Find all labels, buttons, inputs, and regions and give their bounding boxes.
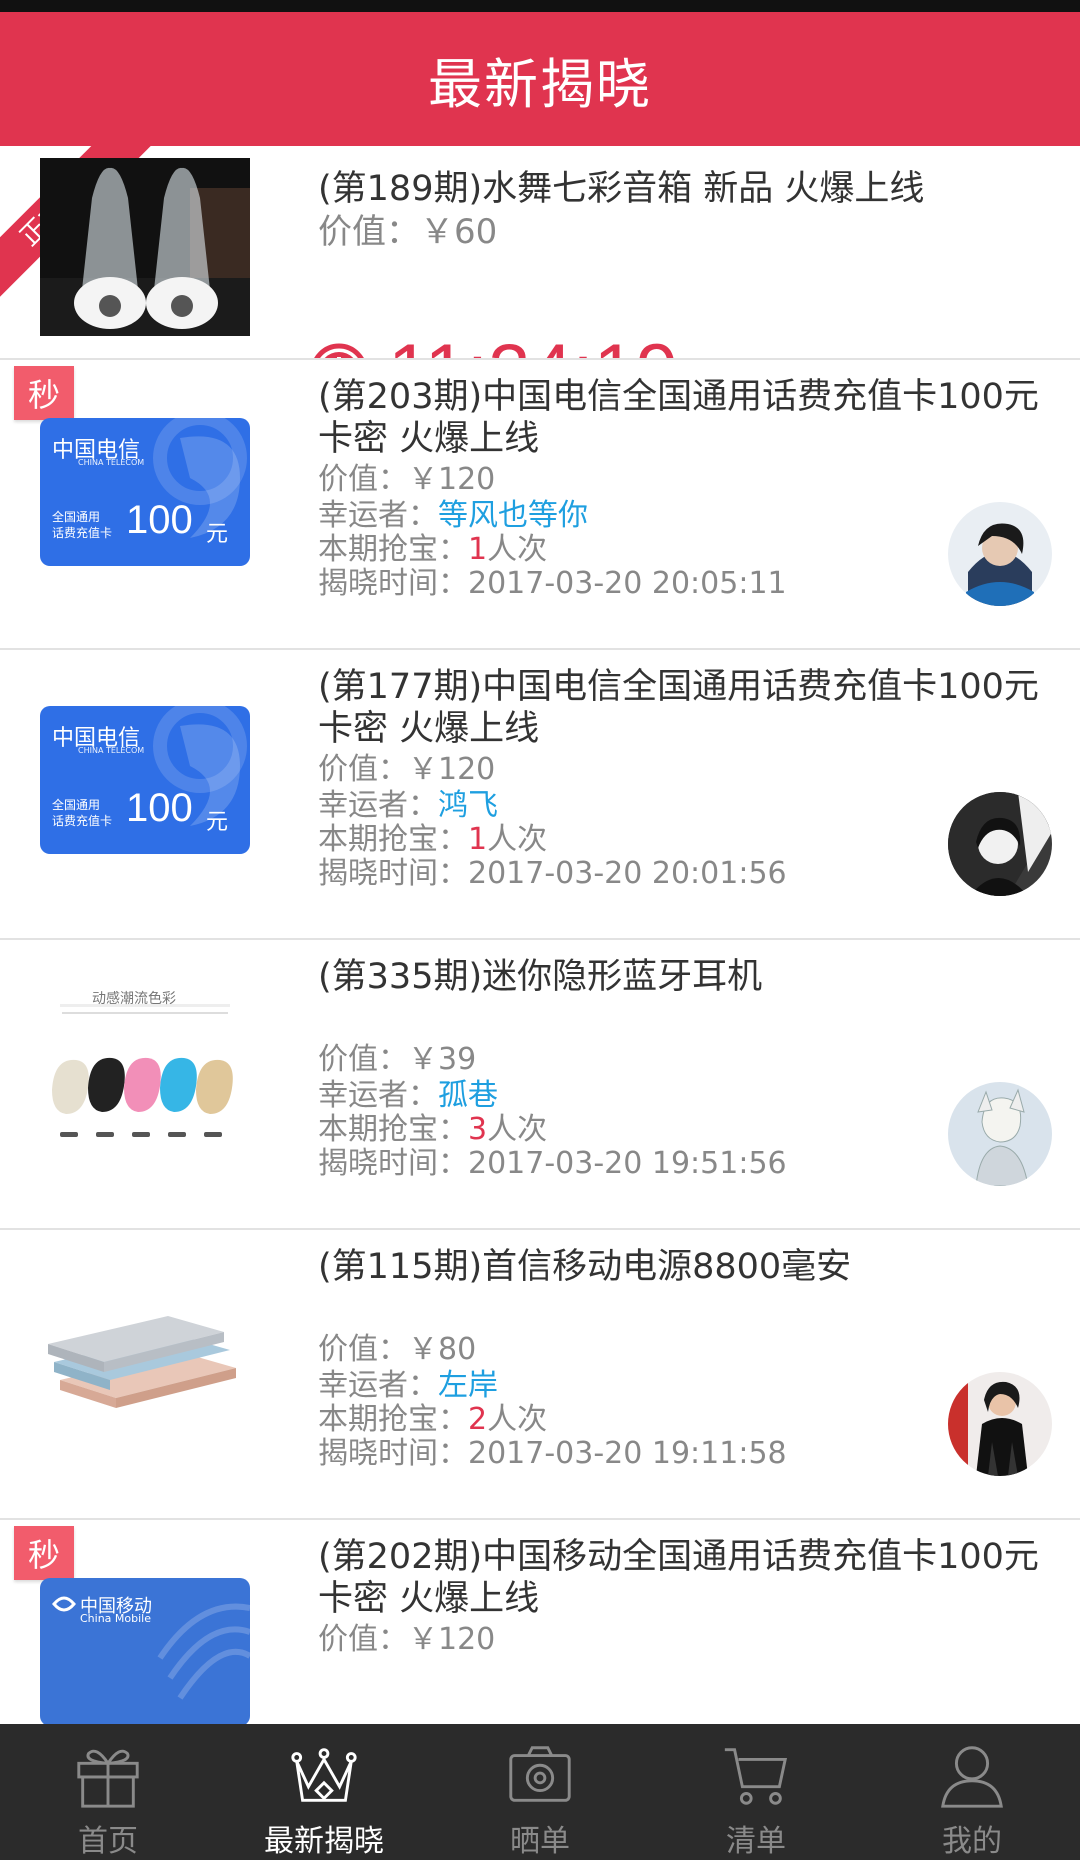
item-value: 价值：￥120 [318, 1622, 496, 1657]
live-item[interactable]: 正在揭晓 (第189期)水舞七彩音箱 新品 火爆上线 价值：￥60 [0, 146, 1080, 360]
item-value: 价值：￥120 [318, 462, 496, 497]
tab-cart[interactable]: 清单 [648, 1724, 864, 1860]
item-title[interactable]: (第203期)中国电信全国通用话费充值卡100元卡密 火爆上线 [318, 376, 1044, 460]
mobile-card-image: 中国移动 China Mobile [40, 1578, 250, 1724]
item-times: 本期抢宝：2人次 [318, 1402, 548, 1437]
tab-label: 清单 [726, 1824, 786, 1859]
item-reveal-time: 揭晓时间：2017-03-20 19:11:58 [318, 1436, 787, 1471]
avatar[interactable] [948, 792, 1052, 896]
item-reveal-time: 揭晓时间：2017-03-20 20:05:11 [318, 566, 787, 601]
item-title[interactable]: (第115期)首信移动电源8800毫安 [318, 1246, 1044, 1288]
item-value: 价值：￥120 [318, 752, 496, 787]
item-times: 本期抢宝：3人次 [318, 1112, 548, 1147]
tab-mine[interactable]: 我的 [864, 1724, 1080, 1860]
tab-label: 晒单 [510, 1824, 570, 1859]
winner-link[interactable]: 孤巷 [438, 1078, 498, 1113]
crown-icon [291, 1748, 357, 1802]
item-times: 本期抢宝：1人次 [318, 822, 548, 857]
list-item[interactable]: 秒 中国电信 CHINA TELECOM 全国通用 话费充值卡 100 元 (第… [0, 360, 1080, 650]
item-winner: 幸运者：左岸 [318, 1368, 498, 1403]
winner-link[interactable]: 鸿飞 [438, 788, 498, 823]
gift-icon [77, 1749, 139, 1808]
status-bar [0, 0, 1080, 12]
item-title[interactable]: (第335期)迷你隐形蓝牙耳机 [318, 956, 1044, 998]
list-item[interactable]: 动感潮流色彩 (第335期)迷你隐形蓝牙耳机 价值：￥39 幸运者：孤巷 本期抢… [0, 940, 1080, 1230]
item-value: 价值：￥39 [318, 1042, 477, 1077]
page-title: 最新揭晓 [0, 12, 1080, 146]
tab-latest-reveal[interactable]: 最新揭晓 [216, 1724, 432, 1860]
sec-badge: 秒 [14, 366, 74, 420]
cart-icon [724, 1748, 788, 1805]
item-times: 本期抢宝：1人次 [318, 532, 548, 567]
countdown-time: 11:24:19 [388, 328, 678, 358]
item-title[interactable]: (第189期)水舞七彩音箱 新品 火爆上线 [318, 168, 1044, 210]
tab-label: 首页 [78, 1824, 138, 1859]
camera-icon [509, 1746, 571, 1802]
item-winner: 幸运者：等风也等你 [318, 498, 588, 533]
tab-home[interactable]: 首页 [0, 1724, 216, 1860]
avatar[interactable] [948, 1372, 1052, 1476]
item-title[interactable]: (第202期)中国移动全国通用话费充值卡100元卡密 火爆上线 [318, 1536, 1044, 1620]
power-bank-image [40, 1290, 250, 1468]
item-winner: 幸运者：鸿飞 [318, 788, 498, 823]
item-reveal-time: 揭晓时间：2017-03-20 20:01:56 [318, 856, 787, 891]
list-item[interactable]: 秒 中国移动 China Mobile (第202期)中国移动全国通用话费充值卡… [0, 1520, 1080, 1724]
list-item[interactable]: 中国电信 CHINA TELECOM 全国通用 话费充值卡 100 元 (第17… [0, 650, 1080, 940]
reveal-list[interactable]: 正在揭晓 (第189期)水舞七彩音箱 新品 火爆上线 价值：￥60 [0, 146, 1080, 1724]
list-item[interactable]: (第115期)首信移动电源8800毫安 价值：￥80 幸运者：左岸 本期抢宝：2… [0, 1230, 1080, 1520]
sec-badge: 秒 [14, 1526, 74, 1580]
tab-label: 我的 [942, 1824, 1002, 1859]
clock-icon [313, 343, 365, 358]
page-title-text: 最新揭晓 [428, 52, 652, 116]
winner-link[interactable]: 左岸 [438, 1368, 498, 1403]
earphone-caption: 动感潮流色彩 [92, 991, 176, 1007]
bottom-tab-bar: 首页 最新揭晓 晒单 清单 我的 [0, 1724, 1080, 1860]
item-value: 价值：￥80 [318, 1332, 477, 1367]
telecom-card-image: 中国电信 CHINA TELECOM 全国通用 话费充值卡 100 元 [40, 706, 250, 884]
countdown: 11:24:19 [310, 328, 678, 358]
item-title[interactable]: (第177期)中国电信全国通用话费充值卡100元卡密 火爆上线 [318, 666, 1044, 750]
telecom-card-image: 中国电信 CHINA TELECOM 全国通用 话费充值卡 100 元 [40, 418, 250, 596]
avatar[interactable] [948, 1082, 1052, 1186]
avatar[interactable] [948, 502, 1052, 606]
user-icon [941, 1746, 1003, 1808]
item-value: 价值：￥60 [318, 212, 498, 252]
winner-link[interactable]: 等风也等你 [438, 498, 588, 533]
speaker-image [40, 158, 250, 336]
earphone-image: 动感潮流色彩 [40, 980, 250, 1158]
tab-share[interactable]: 晒单 [432, 1724, 648, 1860]
tab-label: 最新揭晓 [264, 1824, 384, 1859]
item-winner: 幸运者：孤巷 [318, 1078, 498, 1113]
item-reveal-time: 揭晓时间：2017-03-20 19:51:56 [318, 1146, 787, 1181]
